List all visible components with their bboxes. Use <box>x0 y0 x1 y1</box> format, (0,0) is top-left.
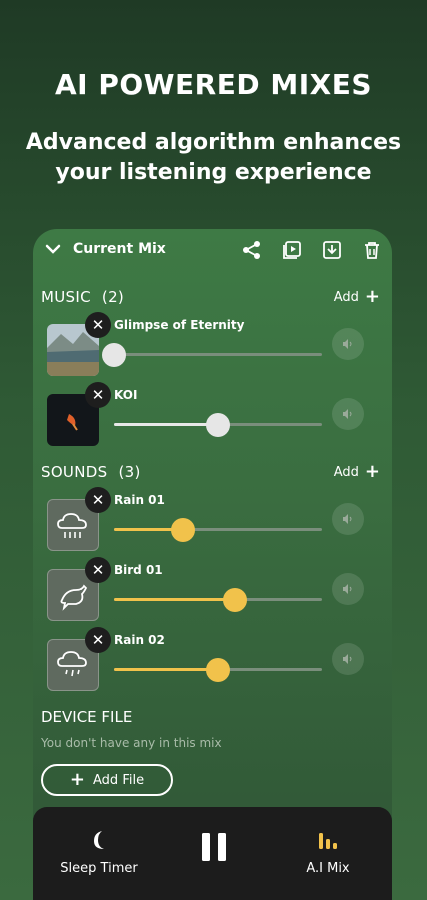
music-track-1: ✕ Glimpse of Eternity <box>33 312 392 386</box>
plus-icon: + <box>69 769 86 790</box>
music-label: MUSIC <box>41 288 91 306</box>
sound-name: Rain 01 <box>114 493 165 507</box>
device-file-title: DEVICE FILE <box>41 708 133 726</box>
speaker-icon <box>343 584 352 594</box>
device-file-empty-text: You don't have any in this mix <box>41 736 222 750</box>
slider-fill <box>114 668 218 671</box>
mute-button[interactable] <box>332 573 364 605</box>
subheadline-line-2: your listening experience <box>55 160 372 185</box>
subheadline-line-1: Advanced algorithm enhances <box>25 130 402 155</box>
close-icon: ✕ <box>91 631 105 649</box>
slider-fill <box>114 423 218 426</box>
volume-slider[interactable] <box>114 658 322 682</box>
playlist-icon[interactable] <box>281 239 303 261</box>
sounds-label: SOUNDS <box>41 463 108 481</box>
plus-icon: + <box>364 286 380 307</box>
close-icon: ✕ <box>91 561 105 579</box>
speaker-icon <box>343 514 352 524</box>
ai-mix-button[interactable]: A.I Mix <box>288 827 368 876</box>
sleep-timer-label: Sleep Timer <box>60 861 138 876</box>
remove-sound-button[interactable]: ✕ <box>85 557 111 583</box>
add-file-label: Add File <box>93 772 145 788</box>
sounds-count: (3) <box>118 463 141 481</box>
speaker-icon <box>343 339 352 349</box>
close-icon: ✕ <box>91 316 105 334</box>
slider-knob[interactable] <box>222 588 247 612</box>
add-sound-button[interactable]: Add + <box>333 461 380 482</box>
mute-button[interactable] <box>332 503 364 535</box>
add-file-button[interactable]: + Add File <box>41 764 173 796</box>
speaker-icon <box>343 654 352 664</box>
share-icon[interactable] <box>241 239 263 261</box>
sound-track-1: ✕ Rain 01 <box>33 487 392 561</box>
ai-mix-label: A.I Mix <box>306 861 350 876</box>
music-count: (2) <box>101 288 125 306</box>
panel-title: Current Mix <box>73 241 166 257</box>
close-icon: ✕ <box>91 386 105 404</box>
plus-icon: + <box>364 461 380 482</box>
volume-slider[interactable] <box>114 518 322 542</box>
sounds-section-title: SOUNDS (3) <box>41 463 141 481</box>
remove-track-button[interactable]: ✕ <box>85 382 111 408</box>
sound-name: Bird 01 <box>114 563 163 577</box>
add-music-label: Add <box>333 289 359 305</box>
panel-header: Current Mix <box>33 229 392 271</box>
slider-knob[interactable] <box>206 413 230 437</box>
mute-button[interactable] <box>332 643 364 675</box>
current-mix-panel: Current Mix MUSIC (2) Add + ✕ Glimpse of… <box>33 229 392 900</box>
sound-track-3: ✕ Rain 02 <box>33 627 392 701</box>
remove-sound-button[interactable]: ✕ <box>85 627 111 653</box>
slider-knob[interactable] <box>170 518 195 542</box>
sound-track-2: ✕ Bird 01 <box>33 557 392 631</box>
slider-knob[interactable] <box>102 343 126 367</box>
add-music-button[interactable]: Add + <box>333 286 380 307</box>
volume-slider[interactable] <box>114 588 322 612</box>
chevron-down-icon[interactable] <box>45 241 61 257</box>
slider-fill <box>114 598 235 601</box>
remove-sound-button[interactable]: ✕ <box>85 487 111 513</box>
headline: AI POWERED MIXES <box>54 68 372 101</box>
moon-icon <box>94 831 104 849</box>
remove-track-button[interactable]: ✕ <box>85 312 111 338</box>
player-bottom-bar: Sleep Timer A.I Mix <box>33 807 392 900</box>
mute-button[interactable] <box>332 328 364 360</box>
pause-button[interactable] <box>197 831 231 867</box>
close-icon: ✕ <box>91 491 105 509</box>
volume-slider[interactable] <box>114 413 322 437</box>
add-sound-label: Add <box>333 464 359 480</box>
subheadline: Advanced algorithm enhances your listeni… <box>0 128 427 188</box>
slider-knob[interactable] <box>206 658 230 682</box>
equalizer-icon <box>319 833 337 849</box>
mute-button[interactable] <box>332 398 364 430</box>
pause-icon <box>202 833 226 861</box>
speaker-icon <box>343 409 352 419</box>
download-icon[interactable] <box>321 239 343 261</box>
sound-name: Rain 02 <box>114 633 165 647</box>
music-section-title: MUSIC (2) <box>41 288 124 306</box>
volume-slider[interactable] <box>102 343 322 367</box>
sleep-timer-button[interactable]: Sleep Timer <box>51 827 147 876</box>
track-name: Glimpse of Eternity <box>114 318 245 332</box>
trash-icon[interactable] <box>361 239 383 261</box>
music-track-2: ✕ KOI <box>33 382 392 456</box>
track-name: KOI <box>114 388 138 402</box>
